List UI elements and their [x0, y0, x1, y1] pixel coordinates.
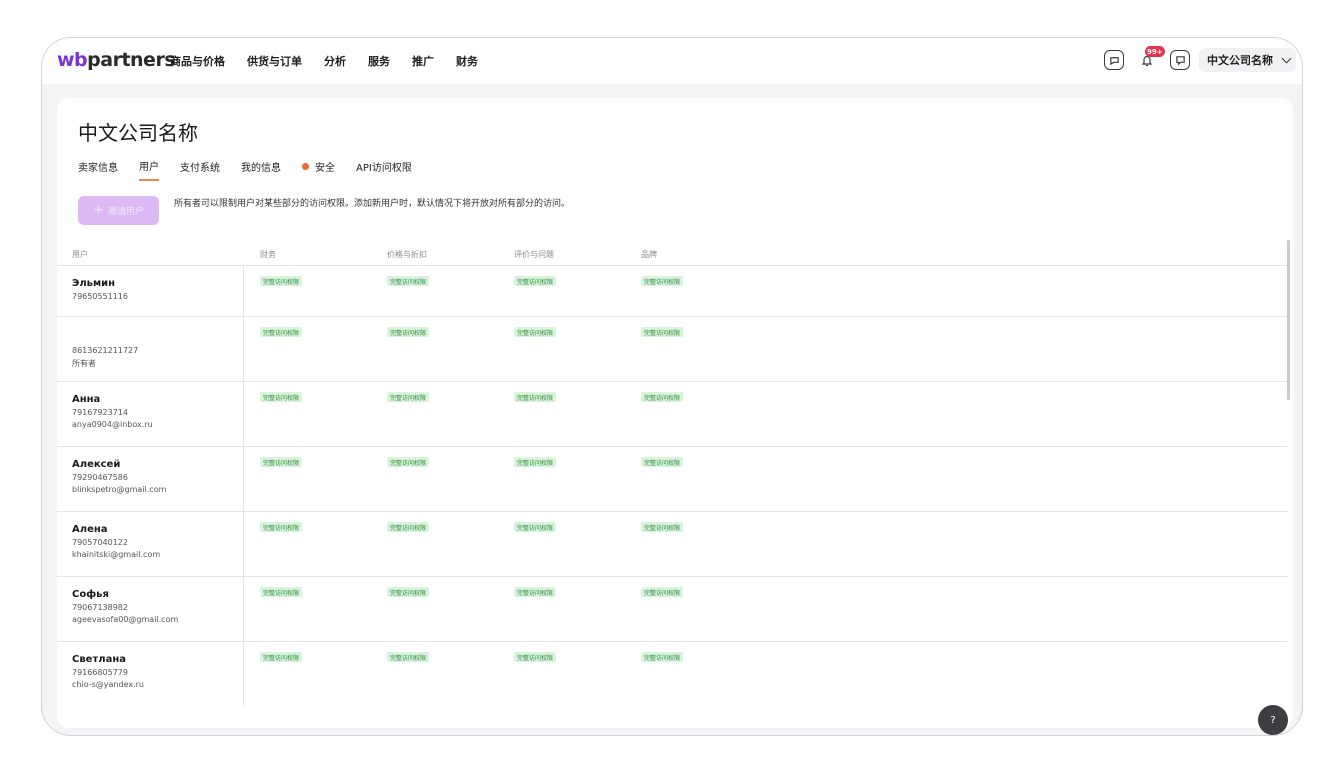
access-tag[interactable]: 完整访问权限	[387, 276, 430, 286]
alert-dot-icon	[302, 163, 309, 170]
user-phone: 79166805779	[72, 668, 128, 677]
user-phone: 79650551116	[72, 292, 128, 301]
nav-item-services[interactable]: 服务	[368, 53, 390, 69]
column-header-brands: 品牌	[641, 250, 657, 259]
user-cell: Анна 79167923714 anya0904@inbox.ru	[57, 382, 244, 446]
access-tag[interactable]: 完整访问权限	[260, 457, 303, 467]
invite-user-button[interactable]: + 邀请用户	[78, 196, 159, 225]
company-name: 中文公司名称	[1207, 54, 1273, 67]
access-tag[interactable]: 完整访问权限	[514, 392, 557, 402]
settings-tabs: 卖家信息 用户 支付系统 我的信息 安全 API访问权限	[78, 158, 433, 181]
access-tag[interactable]: 完整访问权限	[260, 652, 303, 662]
tab-my-info[interactable]: 我的信息	[241, 158, 281, 181]
top-navigation-bar: wbpartners 商品与价格 供货与订单 分析 服务 推广 财务 99+ 中…	[42, 38, 1302, 84]
table-row[interactable]: Светлана 79166805779 chio-s@yandex.ru 完整…	[57, 642, 1287, 707]
user-name: Алексей	[72, 459, 121, 470]
column-header-user: 用户	[72, 250, 88, 259]
company-selector[interactable]: 中文公司名称	[1199, 48, 1296, 72]
table-row[interactable]: Алексей 79290467586 blinkspetro@gmail.co…	[57, 447, 1287, 512]
table-row[interactable]: 8613621211727 所有者 完整访问权限 完整访问权限 完整访问权限 完…	[57, 317, 1287, 382]
user-cell: 8613621211727 所有者	[57, 317, 244, 381]
table-scrollbar[interactable]	[1287, 240, 1290, 400]
access-tag[interactable]: 完整访问权限	[641, 587, 684, 597]
nav-item-products-prices[interactable]: 商品与价格	[170, 53, 225, 69]
tab-security[interactable]: 安全	[302, 158, 335, 181]
access-tag[interactable]: 完整访问权限	[387, 587, 430, 597]
tab-users[interactable]: 用户	[139, 158, 159, 181]
help-button[interactable]: ?	[1258, 705, 1288, 735]
plus-icon: +	[93, 203, 104, 218]
tab-payment-system[interactable]: 支付系统	[180, 158, 220, 181]
access-tag[interactable]: 完整访问权限	[641, 522, 684, 532]
access-tag[interactable]: 完整访问权限	[387, 392, 430, 402]
user-phone: 79057040122	[72, 538, 128, 547]
wbpartners-logo[interactable]: wbpartners	[57, 49, 176, 71]
user-role: 所有者	[72, 359, 96, 368]
access-tag[interactable]: 完整访问权限	[260, 327, 303, 337]
user-name: Анна	[72, 394, 101, 405]
access-tag[interactable]: 完整访问权限	[641, 327, 684, 337]
main-nav: 商品与价格 供货与订单 分析 服务 推广 财务	[170, 53, 500, 69]
access-tag[interactable]: 完整访问权限	[514, 652, 557, 662]
user-name: Светлана	[72, 654, 126, 665]
chat-icon[interactable]	[1104, 50, 1124, 70]
users-settings-card: 中文公司名称 卖家信息 用户 支付系统 我的信息 安全 API访问权限 + 邀请…	[57, 98, 1293, 728]
access-tag[interactable]: 完整访问权限	[387, 652, 430, 662]
user-email: chio-s@yandex.ru	[72, 680, 144, 689]
notification-count-badge: 99+	[1145, 46, 1165, 57]
user-phone: 79167923714	[72, 408, 128, 417]
user-phone: 79290467586	[72, 473, 128, 482]
access-tag[interactable]: 完整访问权限	[641, 392, 684, 402]
column-header-prices-discounts: 价格与折扣	[387, 250, 427, 259]
user-phone: 8613621211727	[72, 346, 139, 355]
nav-item-finance[interactable]: 财务	[456, 53, 478, 69]
access-tag[interactable]: 完整访问权限	[514, 457, 557, 467]
table-row[interactable]: Анна 79167923714 anya0904@inbox.ru 完整访问权…	[57, 382, 1287, 447]
user-email: ageevasofa00@gmail.com	[72, 615, 179, 624]
user-cell: Светлана 79166805779 chio-s@yandex.ru	[57, 642, 244, 707]
user-name: Алена	[72, 524, 108, 535]
tab-seller-info[interactable]: 卖家信息	[78, 158, 118, 181]
access-tag[interactable]: 完整访问权限	[514, 276, 557, 286]
user-email: anya0904@inbox.ru	[72, 420, 153, 429]
app-window: wbpartners 商品与价格 供货与订单 分析 服务 推广 财务 99+ 中…	[41, 37, 1303, 736]
access-tag[interactable]: 完整访问权限	[387, 522, 430, 532]
user-email: blinkspetro@gmail.com	[72, 485, 167, 494]
access-tag[interactable]: 完整访问权限	[641, 457, 684, 467]
user-cell: Эльмин 79650551116	[57, 266, 244, 316]
user-cell: Алексей 79290467586 blinkspetro@gmail.co…	[57, 447, 244, 511]
user-cell: Алена 79057040122 khainitski@gmail.com	[57, 512, 244, 576]
access-tag[interactable]: 完整访问权限	[260, 392, 303, 402]
access-tag[interactable]: 完整访问权限	[387, 327, 430, 337]
access-hint-text: 所有者可以限制用户对某些部分的访问权限。添加新用户时，默认情况下将开放对所有部分…	[174, 199, 571, 209]
user-email: khainitski@gmail.com	[72, 550, 161, 559]
feedback-icon[interactable]	[1170, 50, 1190, 70]
column-header-reviews-questions: 评价与问题	[514, 250, 554, 259]
table-header: 用户 财务 价格与折扣 评价与问题 品牌	[57, 245, 1287, 266]
access-tag[interactable]: 完整访问权限	[514, 522, 557, 532]
nav-item-supplies-orders[interactable]: 供货与订单	[247, 53, 302, 69]
user-name: Софья	[72, 589, 109, 600]
user-phone: 79067138982	[72, 603, 128, 612]
nav-item-promotion[interactable]: 推广	[412, 53, 434, 69]
users-table: 用户 财务 价格与折扣 评价与问题 品牌 Эльмин 79650551116 …	[57, 245, 1287, 707]
access-tag[interactable]: 完整访问权限	[387, 457, 430, 467]
access-tag[interactable]: 完整访问权限	[260, 276, 303, 286]
access-tag[interactable]: 完整访问权限	[260, 587, 303, 597]
user-cell: Софья 79067138982 ageevasofa00@gmail.com	[57, 577, 244, 641]
chevron-down-icon	[1281, 53, 1292, 63]
page-title: 中文公司名称	[78, 121, 198, 145]
nav-item-analytics[interactable]: 分析	[324, 53, 346, 69]
user-name: Эльмин	[72, 278, 116, 289]
column-header-finance: 财务	[260, 250, 276, 259]
access-tag[interactable]: 完整访问权限	[641, 652, 684, 662]
access-tag[interactable]: 完整访问权限	[260, 522, 303, 532]
access-tag[interactable]: 完整访问权限	[514, 327, 557, 337]
access-tag[interactable]: 完整访问权限	[514, 587, 557, 597]
table-row[interactable]: Софья 79067138982 ageevasofa00@gmail.com…	[57, 577, 1287, 642]
access-tag[interactable]: 完整访问权限	[641, 276, 684, 286]
table-row[interactable]: Алена 79057040122 khainitski@gmail.com 完…	[57, 512, 1287, 577]
tab-api-access[interactable]: API访问权限	[356, 158, 412, 181]
table-row[interactable]: Эльмин 79650551116 完整访问权限 完整访问权限 完整访问权限 …	[57, 266, 1287, 317]
